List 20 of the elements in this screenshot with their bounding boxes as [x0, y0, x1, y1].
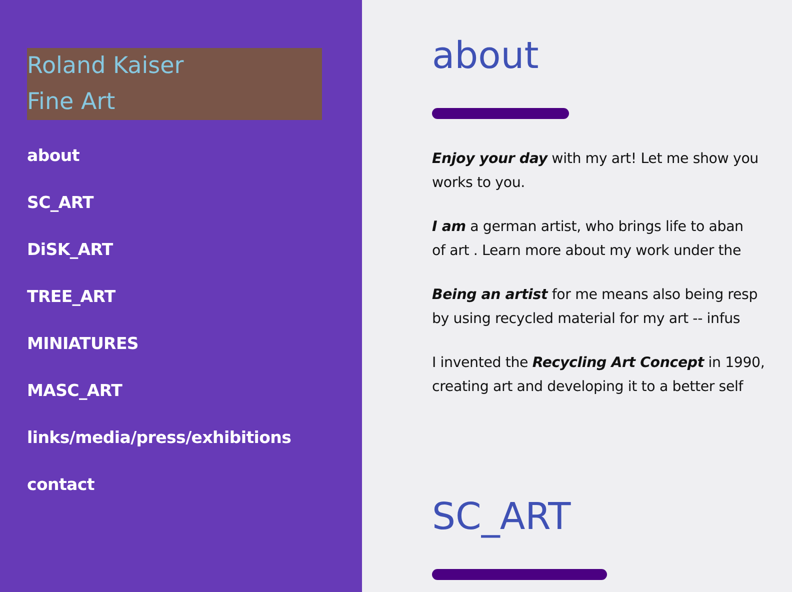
nav-link[interactable]: SC_ART — [27, 193, 94, 213]
nav-link[interactable]: links/media/press/exhibitions — [27, 428, 292, 448]
paragraph-line: I am a german artist, who brings life to aban — [432, 218, 744, 237]
nav-link[interactable]: DiSK_ART — [27, 240, 113, 260]
nav-link[interactable]: MINIATURES — [27, 334, 139, 354]
nav-link[interactable]: contact — [27, 475, 94, 495]
section-heading: SC_ART — [432, 495, 571, 539]
nav-link[interactable]: TREE_ART — [27, 287, 116, 307]
paragraph-line: I invented the Recycling Art Concept in 1990, — [432, 354, 765, 373]
nav-link[interactable]: about — [27, 146, 80, 166]
paragraph-line: by using recycled material for my art -- infus — [432, 310, 740, 329]
site-title: Fine Art — [27, 88, 116, 117]
section-heading: about — [432, 34, 539, 78]
paragraph-line: of art . Learn more about my work under the — [432, 242, 741, 261]
paragraph-line: works to you. — [432, 174, 525, 193]
paragraph-line: Being an artist for me means also being resp — [432, 286, 758, 305]
nav-link[interactable]: MASC_ART — [27, 381, 122, 401]
site-title: Roland Kaiser — [27, 52, 184, 81]
paragraph-line: Enjoy your day with my art! Let me show you — [432, 150, 758, 169]
paragraph-line: creating art and developing it to a better self — [432, 378, 744, 397]
